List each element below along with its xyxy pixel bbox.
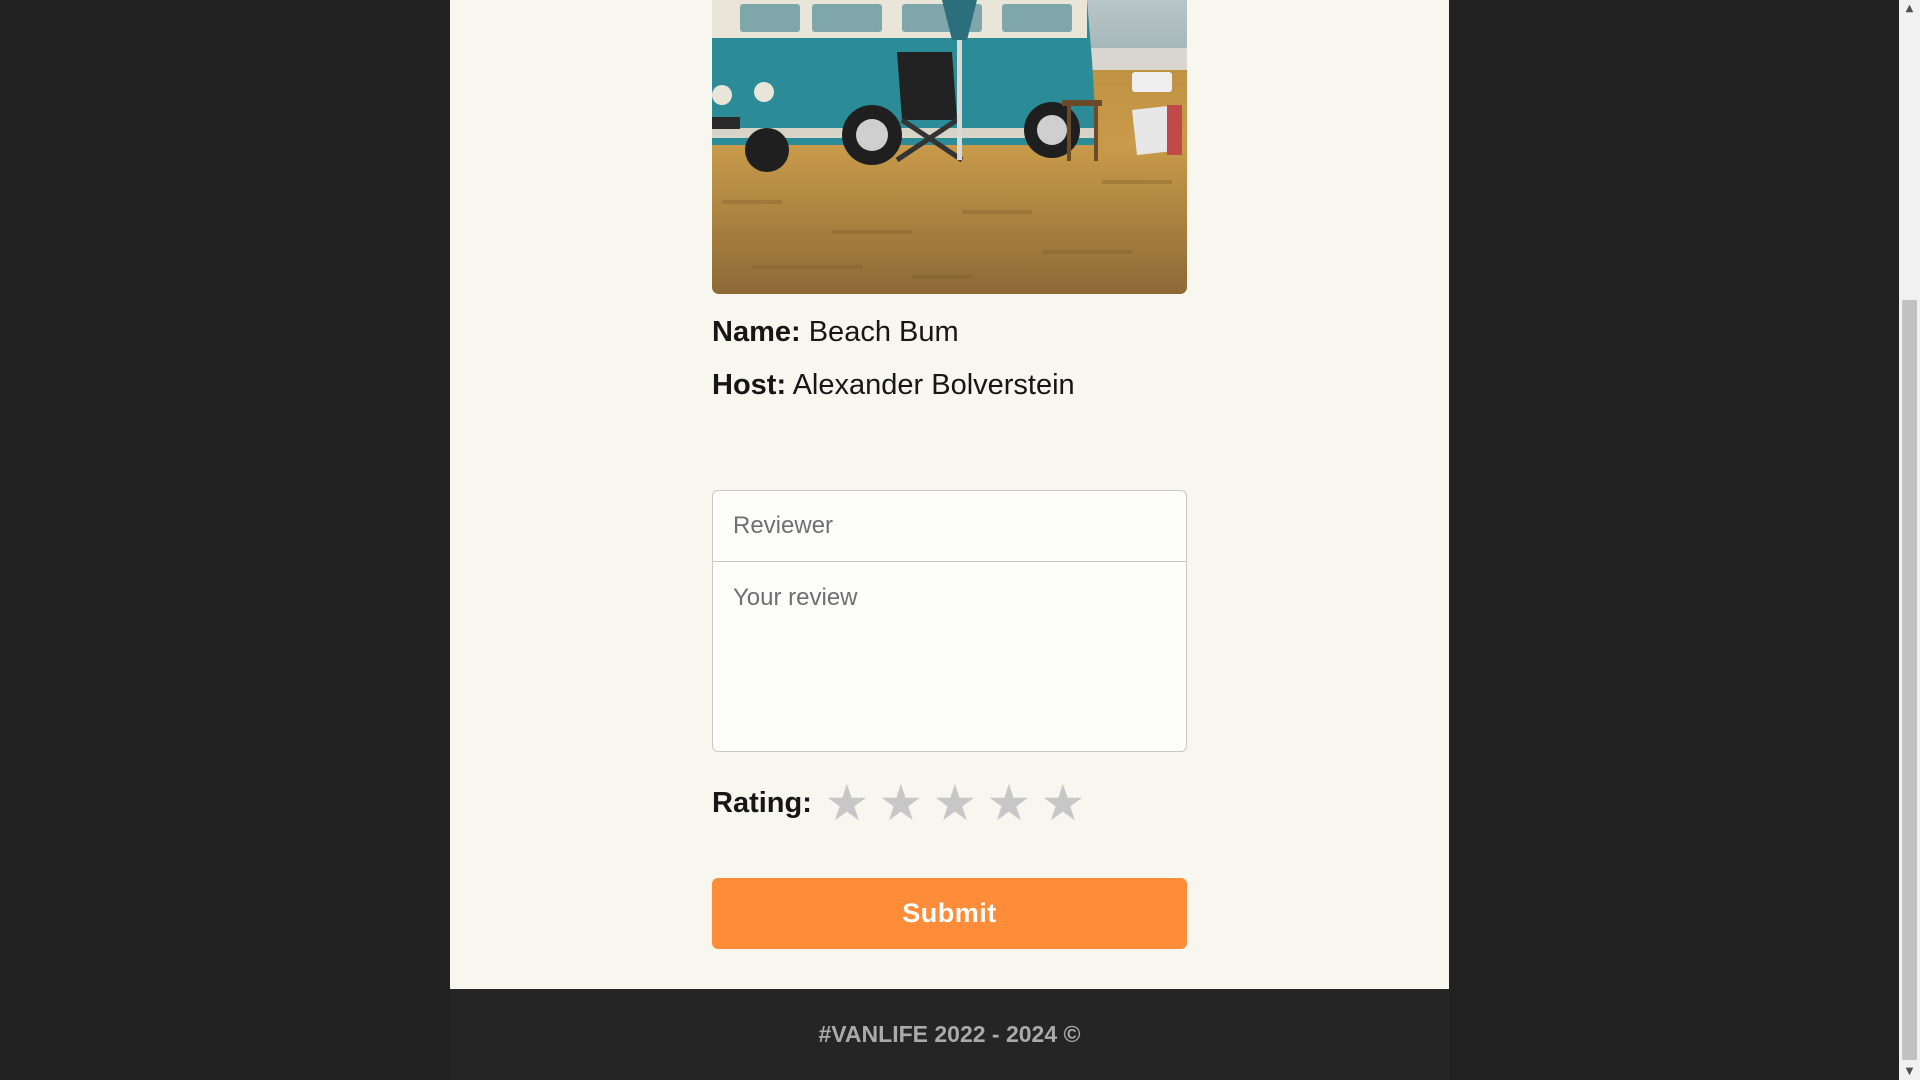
star-icon[interactable]: ★ — [820, 775, 874, 831]
footer-copyright: #VANLIFE 2022 - 2024 © — [818, 1021, 1081, 1047]
name-label: Name: — [712, 316, 801, 348]
star-icon[interactable]: ★ — [928, 775, 982, 831]
scroll-up-arrow-icon[interactable]: ▲ — [1899, 0, 1920, 17]
van-image — [712, 0, 1187, 294]
van-name: Name: Beach Bum — [712, 316, 959, 349]
van-host: Host: Alexander Bolverstein — [712, 369, 1075, 402]
scrollbar-thumb[interactable] — [1902, 300, 1917, 1060]
vertical-scrollbar[interactable]: ▲ ▼ — [1899, 0, 1920, 1080]
reviewer-input[interactable] — [712, 490, 1187, 562]
star-icon[interactable]: ★ — [982, 775, 1036, 831]
scroll-down-arrow-icon[interactable]: ▼ — [1899, 1063, 1920, 1080]
review-textarea[interactable] — [712, 561, 1187, 752]
host-value: Alexander Bolverstein — [792, 369, 1075, 401]
review-form — [712, 490, 1187, 752]
van-photo-icon — [712, 0, 1187, 294]
star-icon[interactable]: ★ — [1036, 775, 1090, 831]
star-icon[interactable]: ★ — [874, 775, 928, 831]
submit-button[interactable]: Submit — [712, 878, 1187, 949]
page-footer: #VANLIFE 2022 - 2024 © — [450, 989, 1449, 1080]
van-review-page: Name: Beach Bum Host: Alexander Bolverst… — [450, 0, 1449, 989]
host-label: Host: — [712, 369, 787, 401]
rating-label: Rating: — [712, 786, 812, 819]
rating-row: Rating: ★ ★ ★ ★ ★ — [712, 775, 1090, 831]
name-value: Beach Bum — [808, 316, 959, 348]
browser-viewport: Name: Beach Bum Host: Alexander Bolverst… — [0, 0, 1899, 1080]
